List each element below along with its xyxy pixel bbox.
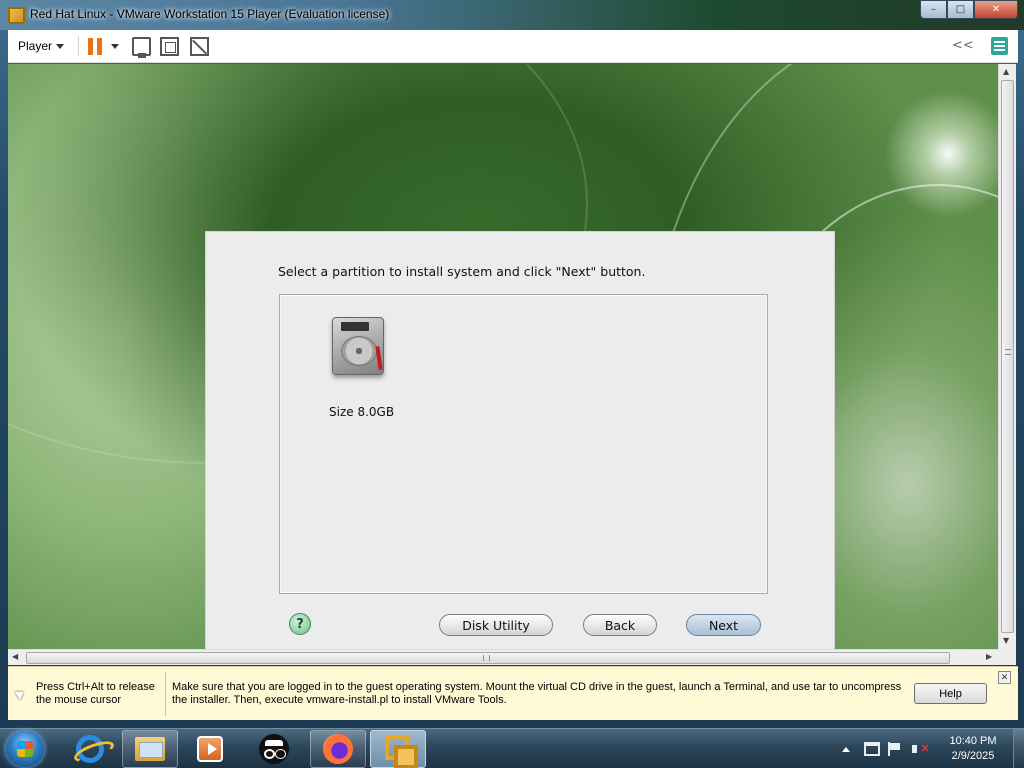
install-tools-message: Make sure that you are logged in to the … (172, 681, 902, 706)
guest-display[interactable]: Select a partition to install system and… (8, 64, 998, 649)
vmware-icon (383, 734, 418, 768)
next-button[interactable]: Next (686, 614, 761, 636)
pause-options-chevron-icon[interactable] (111, 44, 119, 49)
scrollbar-corner (998, 649, 1016, 665)
chevron-down-icon (56, 44, 65, 50)
unity-icon[interactable] (190, 37, 209, 56)
player-menu-label: Player (18, 39, 53, 53)
partition-list: Size 8.0GB (279, 294, 768, 594)
vertical-scroll-thumb[interactable] (1001, 80, 1014, 633)
disk-label-plate (341, 322, 369, 331)
vmware-tools-message-bar: Press Ctrl+Alt to release the mouse curs… (8, 666, 1018, 720)
close-button[interactable]: ✕ (974, 0, 1018, 19)
scroll-down-arrow-icon[interactable]: ▼ (1003, 636, 1009, 645)
folder-icon (135, 737, 165, 761)
mouse-cursor-icon (14, 687, 27, 701)
volume-muted-icon[interactable] (912, 741, 930, 756)
minimize-button[interactable]: – (920, 0, 947, 19)
caption-buttons: – □ ✕ (920, 0, 1018, 20)
scroll-grip-icon (483, 655, 490, 661)
message-divider (165, 672, 166, 716)
player-menu-button[interactable]: Player (18, 39, 65, 53)
fit-guest-icon[interactable] (160, 37, 179, 56)
horizontal-scroll-thumb[interactable] (26, 652, 950, 664)
window-title: Red Hat Linux - VMware Workstation 15 Pl… (30, 7, 390, 21)
clock-time: 10:40 PM (949, 735, 997, 747)
notes-icon[interactable] (991, 37, 1008, 55)
windows-taskbar: 10:40 PM 2/9/2025 (0, 728, 1024, 768)
collapse-icon[interactable]: << (952, 38, 974, 53)
show-desktop-button[interactable] (1013, 729, 1024, 768)
action-center-flag-icon[interactable] (888, 742, 904, 756)
title-bar[interactable]: Red Hat Linux - VMware Workstation 15 Pl… (0, 0, 1024, 30)
internet-explorer-taskbar-button[interactable] (62, 730, 118, 768)
instruction-text: Select a partition to install system and… (278, 264, 646, 279)
pause-icon[interactable] (88, 38, 102, 55)
vmware-player-window: Red Hat Linux - VMware Workstation 15 Pl… (0, 0, 1024, 728)
release-mouse-hint: Press Ctrl+Alt to release the mouse curs… (36, 681, 155, 706)
system-tray (842, 729, 936, 768)
clock-date: 2/9/2025 (951, 750, 995, 762)
disk-platter (341, 336, 377, 366)
maximize-button[interactable]: □ (947, 0, 974, 19)
help-icon[interactable]: ? (289, 613, 311, 635)
vertical-scrollbar[interactable]: ▲ ▼ (998, 64, 1016, 649)
partition-size-label[interactable]: Size 8.0GB (329, 405, 394, 419)
partition-dialog: Select a partition to install system and… (205, 231, 835, 649)
toolbar-separator (78, 36, 79, 56)
disk-body (332, 317, 384, 375)
firefox-taskbar-button[interactable] (310, 730, 366, 768)
disk-utility-button[interactable]: Disk Utility (439, 614, 553, 636)
vmware-app-icon (8, 7, 25, 24)
firefox-icon (323, 734, 353, 764)
incognito-taskbar-button[interactable] (246, 730, 302, 768)
help-button[interactable]: Help (914, 683, 987, 704)
scroll-up-arrow-icon[interactable]: ▲ (1003, 67, 1009, 76)
scroll-left-arrow-icon[interactable]: ◀ (12, 652, 18, 661)
media-player-icon (197, 736, 223, 762)
player-toolbar: Player << (8, 30, 1018, 63)
incognito-icon (259, 734, 289, 764)
close-icon[interactable]: ✕ (998, 671, 1011, 684)
file-explorer-taskbar-button[interactable] (122, 730, 178, 768)
send-ctrl-alt-del-icon[interactable] (132, 37, 151, 58)
media-player-taskbar-button[interactable] (182, 730, 238, 768)
network-icon[interactable] (864, 742, 880, 756)
hard-disk-icon[interactable] (328, 315, 390, 381)
scroll-right-arrow-icon[interactable]: ▶ (986, 652, 992, 661)
disk-arm (375, 345, 383, 371)
horizontal-scrollbar[interactable]: ◀ ▶ (8, 649, 998, 665)
scroll-grip-icon (1005, 349, 1011, 355)
vmware-player-taskbar-button[interactable] (370, 730, 426, 768)
back-button[interactable]: Back (583, 614, 657, 636)
internet-explorer-icon (76, 735, 104, 763)
show-hidden-icons-icon[interactable] (842, 746, 850, 752)
start-button[interactable] (6, 731, 44, 767)
taskbar-clock[interactable]: 10:40 PM 2/9/2025 (938, 734, 1008, 764)
